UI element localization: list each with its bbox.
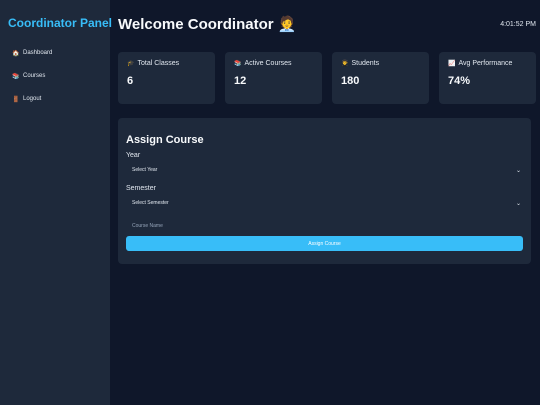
sidebar: Coordinator Panel 🏠 Dashboard 📚 Courses … [0, 0, 113, 405]
semester-select-value: Select Semester [132, 200, 169, 206]
stats-cards: 🎓 Total Classes 6 📚 Active Courses 12 👨‍… [118, 52, 536, 104]
stat-value: 12 [234, 75, 247, 87]
chevron-down-icon: ⌄ [515, 200, 521, 207]
stat-card-active-courses: 📚 Active Courses 12 [225, 52, 322, 104]
student-icon: 👨‍🎓 [341, 61, 349, 67]
page-title: Welcome Coordinator 🧑‍💼 [118, 16, 297, 33]
panel-title: Assign Course [126, 134, 204, 146]
door-icon: 🚪 [12, 96, 20, 103]
clock: 4:01:52 PM [500, 20, 536, 28]
app-root: Coordinator Panel 🏠 Dashboard 📚 Courses … [0, 0, 540, 405]
books-icon: 📚 [12, 73, 20, 80]
stat-card-avg-performance: 📈 Avg Performance 74% [439, 52, 536, 104]
stat-label: Total Classes [137, 60, 180, 67]
sidebar-item-dashboard[interactable]: 🏠 Dashboard [12, 48, 102, 58]
stat-label: Avg Performance [458, 60, 513, 67]
main-content: Welcome Coordinator 🧑‍💼 4:01:52 PM 🎓 Tot… [110, 0, 540, 405]
stat-value: 180 [341, 75, 360, 87]
stat-label: Active Courses [244, 60, 292, 67]
stat-card-students: 👨‍🎓 Students 180 [332, 52, 429, 104]
brand-title: Coordinator Panel [8, 16, 113, 30]
course-name-input[interactable] [126, 218, 523, 234]
stat-value: 74% [448, 75, 471, 87]
stat-value: 6 [127, 75, 134, 87]
stat-label: Students [351, 60, 380, 67]
semester-label: Semester [126, 185, 156, 192]
topbar: Welcome Coordinator 🧑‍💼 4:01:52 PM [118, 14, 536, 34]
stat-card-total-classes: 🎓 Total Classes 6 [118, 52, 215, 104]
chevron-down-icon: ⌄ [515, 167, 521, 174]
sidebar-item-label: Dashboard [23, 50, 53, 56]
house-icon: 🏠 [12, 50, 20, 57]
sidebar-item-logout[interactable]: 🚪 Logout [12, 94, 102, 104]
year-select-value: Select Year [132, 167, 158, 173]
year-label: Year [126, 152, 141, 159]
chart-up-icon: 📈 [448, 61, 456, 67]
sidebar-item-label: Courses [23, 73, 46, 79]
graduation-cap-icon: 🎓 [127, 61, 135, 67]
semester-select[interactable]: Select Semester ⌄ [126, 195, 523, 211]
assign-course-button[interactable]: Assign Course [126, 236, 523, 251]
assign-course-panel: Assign Course Year Select Year ⌄ Semeste… [118, 118, 531, 264]
books-icon: 📚 [234, 61, 242, 67]
sidebar-item-courses[interactable]: 📚 Courses [12, 71, 102, 81]
sidebar-item-label: Logout [23, 96, 42, 102]
year-select[interactable]: Select Year ⌄ [126, 162, 523, 178]
